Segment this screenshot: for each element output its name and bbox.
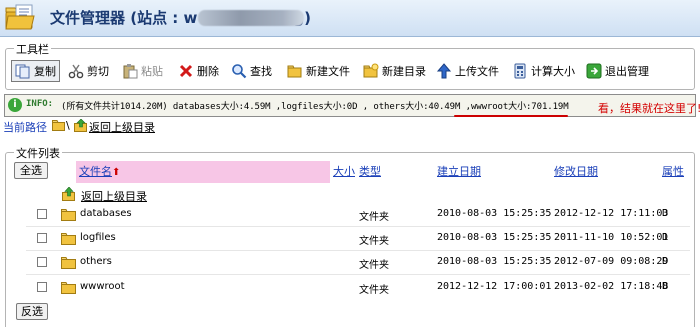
exit-button[interactable]: 退出管理 <box>586 60 649 82</box>
red-underline-annotation <box>454 115 568 117</box>
new-folder-icon <box>363 63 379 79</box>
table-row[interactable]: logfiles 文件夹 2010-08-03 15:25:35 2011-11… <box>20 229 690 249</box>
delete-icon <box>178 63 194 79</box>
new-file-icon <box>287 63 303 79</box>
column-header-attr[interactable]: 属性 <box>662 161 684 183</box>
title-bar: 文件管理器 (站点 : wg) <box>0 0 700 37</box>
sort-asc-icon: ⬆ <box>112 167 121 178</box>
info-label: INFO: <box>26 99 54 109</box>
path-back-link[interactable]: 返回上级目录 <box>89 119 155 135</box>
upload-icon <box>436 63 452 79</box>
folder-icon <box>61 282 76 294</box>
row-divider <box>26 250 690 251</box>
file-modified: 2013-02-02 17:18:48 <box>554 281 669 292</box>
new-file-button[interactable]: 新建文件 <box>287 60 350 82</box>
row-checkbox[interactable] <box>37 233 47 243</box>
folder-icon <box>52 120 65 134</box>
file-name[interactable]: others <box>80 256 112 267</box>
column-header-created[interactable]: 建立日期 <box>437 161 481 183</box>
copy-icon <box>15 63 31 79</box>
file-created: 2010-08-03 15:25:35 <box>437 232 552 243</box>
column-header-type[interactable]: 类型 <box>359 161 381 183</box>
folder-manager-icon <box>5 4 35 30</box>
file-created: 2012-12-12 17:00:01 <box>437 281 552 292</box>
select-all-button[interactable]: 全选 <box>14 162 48 179</box>
up-folder-icon <box>62 187 75 201</box>
search-button[interactable]: 查找 <box>231 60 272 82</box>
current-path-label: 当前路径 <box>3 121 47 134</box>
file-modified: 2012-12-12 17:11:03 <box>554 208 669 219</box>
file-list-legend: 文件列表 <box>14 145 62 161</box>
file-created: 2010-08-03 15:25:35 <box>437 256 552 267</box>
folder-icon <box>61 233 76 245</box>
file-name[interactable]: databases <box>80 208 132 219</box>
row-checkbox[interactable] <box>37 209 47 219</box>
copy-button[interactable]: 复制 <box>11 60 60 82</box>
delete-button[interactable]: 删除 <box>178 60 219 82</box>
calculator-icon <box>512 63 528 79</box>
file-created: 2010-08-03 15:25:35 <box>437 208 552 219</box>
table-row[interactable]: databases 文件夹 2010-08-03 15:25:35 2012-1… <box>20 205 690 225</box>
folder-icon <box>61 209 76 221</box>
info-text: (所有文件共计1014.20M) databases大小:4.59M ,logf… <box>61 102 569 112</box>
file-modified: 2011-11-10 10:52:01 <box>554 232 669 243</box>
column-header-name[interactable]: 文件名⬆ <box>79 161 120 183</box>
path-separator: \ <box>66 119 70 132</box>
file-modified: 2012-07-09 09:08:29 <box>554 256 669 267</box>
invert-selection-button[interactable]: 反选 <box>16 303 48 320</box>
row-divider <box>26 226 690 227</box>
info-bar: i INFO: (所有文件共计1014.20M) databases大小:4.5… <box>4 94 696 117</box>
row-divider <box>26 274 690 275</box>
table-row[interactable]: others 文件夹 2010-08-03 15:25:35 2012-07-0… <box>20 253 690 273</box>
toolbar-legend: 工具栏 <box>14 41 51 57</box>
file-attr: D <box>662 232 669 243</box>
file-type: 文件夹 <box>359 285 389 296</box>
file-type: 文件夹 <box>359 212 389 223</box>
back-to-parent-link[interactable]: 返回上级目录 <box>81 188 147 204</box>
redacted-site-name <box>198 10 304 26</box>
file-name[interactable]: logfiles <box>80 232 116 243</box>
paste-icon <box>122 63 138 79</box>
row-checkbox[interactable] <box>37 282 47 292</box>
search-icon <box>231 63 247 79</box>
annotation-note: 看，结果就在这里了! <box>598 102 700 115</box>
file-attr: D <box>662 281 669 292</box>
up-folder-icon[interactable] <box>74 118 88 135</box>
exit-icon <box>586 63 602 79</box>
folder-icon <box>61 257 76 269</box>
row-checkbox[interactable] <box>37 257 47 267</box>
column-header-modified[interactable]: 修改日期 <box>554 161 598 183</box>
file-attr: D <box>662 256 669 267</box>
file-type: 文件夹 <box>359 260 389 271</box>
column-header-size[interactable]: 大小 <box>333 161 355 183</box>
file-name[interactable]: wwwroot <box>80 281 125 292</box>
new-folder-button[interactable]: 新建目录 <box>363 60 426 82</box>
table-row[interactable]: wwwroot 文件夹 2012-12-12 17:00:01 2013-02-… <box>20 278 690 298</box>
paste-button[interactable]: 粘贴 <box>122 60 163 82</box>
file-type: 文件夹 <box>359 236 389 247</box>
info-icon: i <box>8 98 22 112</box>
cut-icon <box>68 63 84 79</box>
cut-button[interactable]: 剪切 <box>68 60 109 82</box>
calc-size-button[interactable]: 计算大小 <box>512 60 575 82</box>
upload-button[interactable]: 上传文件 <box>436 60 499 82</box>
file-attr: D <box>662 208 669 219</box>
